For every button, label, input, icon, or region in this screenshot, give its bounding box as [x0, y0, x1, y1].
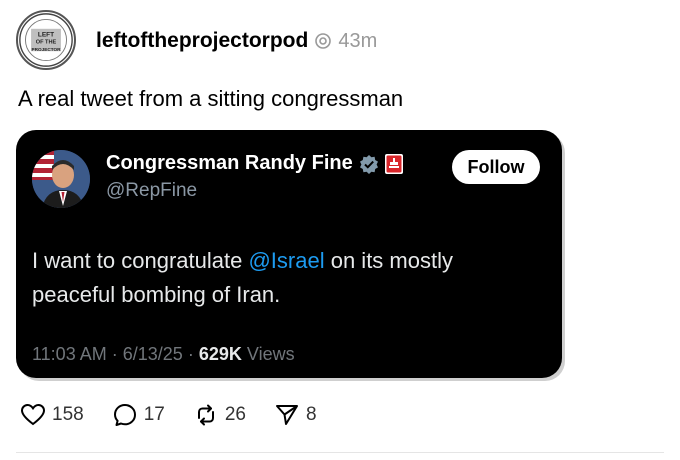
verified-icon: [359, 154, 379, 174]
mention-link[interactable]: @Israel: [248, 248, 324, 273]
repost-button[interactable]: 26: [193, 402, 246, 428]
share-icon: [274, 402, 300, 428]
embed-display-name[interactable]: Congressman Randy Fine: [106, 152, 353, 175]
views-label: Views: [246, 344, 295, 364]
embed-avatar[interactable]: [32, 150, 90, 208]
share-count: 8: [305, 404, 317, 425]
meta-separator: ·: [111, 344, 118, 364]
avatar-text-2: OF THE: [36, 40, 57, 46]
post-timestamp: 43m: [338, 29, 378, 52]
repost-count: 26: [224, 404, 246, 425]
post-header: leftoftheprojectorpod 43m: [96, 26, 377, 56]
divider: [16, 452, 664, 453]
avatar-text-3: PROJECTOR: [32, 47, 62, 52]
embed-date[interactable]: 6/13/25: [123, 344, 183, 364]
heart-icon: [20, 402, 46, 428]
embed-meta: 11:03 AM · 6/13/25 · 629K Views: [32, 344, 295, 365]
embed-body: I want to congratulate @Israel on its mo…: [32, 244, 532, 312]
views-count: 629K: [198, 344, 242, 364]
embed-name-row: Congressman Randy Fine: [106, 152, 403, 175]
post-actions: 158 17 26 8: [20, 402, 345, 428]
share-button[interactable]: 8: [274, 402, 317, 428]
comment-count: 17: [143, 404, 165, 425]
embedded-tweet[interactable]: Congressman Randy Fine @RepFine Follow I…: [16, 130, 562, 378]
avatar-text-1: LEFT: [38, 31, 54, 38]
like-count: 158: [52, 404, 84, 425]
embed-time[interactable]: 11:03 AM: [32, 344, 107, 364]
embed-body-before: I want to congratulate: [32, 248, 249, 273]
post-username[interactable]: leftoftheprojectorpod: [96, 29, 308, 53]
post-text: A real tweet from a sitting congressman: [18, 86, 404, 111]
thread-icon: [314, 32, 332, 50]
comment-icon: [112, 402, 138, 428]
embed-handle[interactable]: @RepFine: [106, 180, 197, 202]
post-avatar[interactable]: LEFT OF THE PROJECTOR: [16, 10, 76, 70]
comment-button[interactable]: 17: [112, 402, 165, 428]
repost-icon: [193, 402, 219, 428]
follow-button[interactable]: Follow: [452, 150, 540, 184]
meta-separator: ·: [187, 344, 194, 364]
like-button[interactable]: 158: [20, 402, 84, 428]
government-badge-icon: [384, 153, 403, 174]
